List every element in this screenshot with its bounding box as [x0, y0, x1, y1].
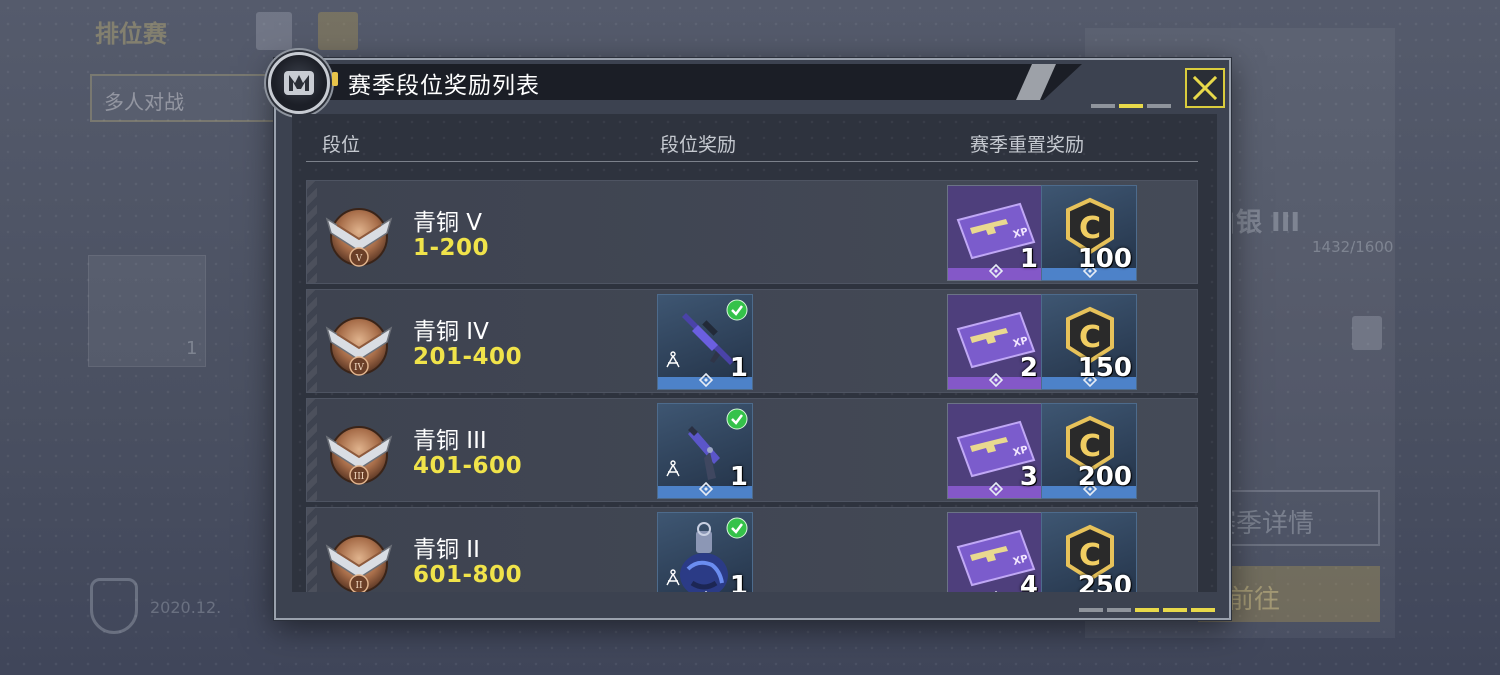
weapon-xp-card-reward[interactable]: XP 3 — [947, 403, 1043, 499]
xp-card-quantity: 1 — [1019, 244, 1038, 274]
rarity-diamond-icon — [989, 373, 1003, 387]
rank-name: 青铜 III — [413, 428, 487, 454]
svg-text:C: C — [1079, 211, 1101, 246]
claimed-checkmark-icon — [726, 408, 748, 430]
rank-reward-item[interactable]: 1 — [657, 512, 753, 592]
bg-mode-label: 多人对战 — [104, 90, 184, 114]
svg-text:III: III — [354, 472, 365, 482]
rank-points-range: 201-400 — [413, 344, 523, 370]
cod-points-reward[interactable]: C 200 — [1041, 403, 1137, 499]
rarity-diamond-icon — [699, 373, 713, 387]
xp-card-quantity: 3 — [1019, 462, 1038, 492]
svg-text:C: C — [1079, 538, 1101, 573]
page-dot — [1091, 104, 1115, 108]
bronze-rank-badge-icon: IV — [325, 317, 393, 376]
close-button[interactable] — [1185, 68, 1225, 108]
bg-info-button — [256, 12, 292, 50]
rank-reward-item[interactable]: 1 — [657, 294, 753, 390]
rank-name: 青铜 IV — [413, 319, 489, 345]
page-dot — [1107, 608, 1131, 612]
column-header: 段位 段位奖励 赛季重置奖励 — [306, 122, 1198, 162]
weapon-xp-card-reward[interactable]: XP 2 — [947, 294, 1043, 390]
bronze-rank-badge-icon: II — [325, 535, 393, 592]
page-dot-active — [1135, 608, 1159, 612]
page-dot-active — [1119, 104, 1143, 108]
column-rank-reward: 段位奖励 — [660, 134, 737, 156]
page-dot — [1147, 104, 1171, 108]
modal-title: 赛季段位奖励列表 — [348, 73, 540, 99]
rank-row: II 青铜 II 601-800 1 XP 4 C 250 — [306, 507, 1198, 592]
rank-name: 青铜 II — [413, 537, 480, 563]
rewards-list-panel[interactable]: 段位 段位奖励 赛季重置奖励 V 青铜 V 1-200 XP 1 C 100 I… — [292, 114, 1217, 592]
rank-points-range: 401-600 — [413, 453, 523, 479]
bronze-rank-badge-icon: III — [325, 426, 393, 485]
cod-points-quantity: 150 — [1077, 353, 1132, 383]
bg-card-count: 1 — [186, 338, 198, 359]
column-reset-reward: 赛季重置奖励 — [970, 134, 1085, 156]
bg-info-button-2 — [1352, 316, 1382, 350]
rarity-diamond-icon — [989, 482, 1003, 496]
svg-text:II: II — [355, 581, 363, 591]
bg-season-icon — [90, 578, 138, 634]
weapon-xp-card-reward[interactable]: XP 1 — [947, 185, 1043, 281]
rarity-diamond-icon — [994, 591, 998, 592]
xp-card-quantity: 2 — [1019, 353, 1038, 383]
cod-points-reward[interactable]: C 100 — [1041, 185, 1137, 281]
cod-points-quantity: 200 — [1077, 462, 1132, 492]
rarity-diamond-icon — [989, 264, 1003, 278]
rank-row: V 青铜 V 1-200 XP 1 C 100 — [306, 180, 1198, 284]
rank-points-range: 601-800 — [413, 562, 523, 588]
rarity-diamond-icon — [699, 482, 713, 496]
cod-points-quantity: 100 — [1077, 244, 1132, 274]
rank-reward-quantity: 1 — [729, 571, 748, 592]
rank-points-range: 1-200 — [413, 235, 490, 261]
svg-text:C: C — [1079, 429, 1101, 464]
page-dot-active — [1191, 608, 1215, 612]
scroll-indicator — [1079, 608, 1215, 612]
page-dot-active — [1163, 608, 1187, 612]
rank-name: 青铜 V — [413, 210, 483, 236]
svg-text:IV: IV — [354, 363, 365, 373]
title-yellow-mark — [332, 72, 338, 86]
rank-row: IV 青铜 IV 201-400 1 XP 2 C 150 — [306, 289, 1198, 393]
rank-row: III 青铜 III 401-600 1 XP 3 C 200 — [306, 398, 1198, 502]
rank-reward-item[interactable]: 1 — [657, 403, 753, 499]
compass-blueprint-icon — [666, 351, 680, 368]
close-x-icon — [1192, 75, 1218, 101]
column-rank: 段位 — [322, 134, 361, 156]
rank-reward-quantity: 1 — [729, 462, 748, 492]
claimed-checkmark-icon — [726, 299, 748, 321]
bg-ranked-title: 排位赛 — [95, 20, 167, 48]
cod-points-reward[interactable]: C 250 — [1041, 512, 1137, 592]
claimed-checkmark-icon — [726, 517, 748, 539]
bg-rank-progress: 1432/1600 — [1312, 238, 1394, 256]
weapon-xp-card-reward[interactable]: XP 4 — [947, 512, 1043, 592]
bg-go-label: 前往 — [1228, 585, 1281, 615]
bg-season-date: 2020.12. — [150, 598, 222, 617]
cod-points-reward[interactable]: C 150 — [1041, 294, 1137, 390]
svg-text:C: C — [1079, 320, 1101, 355]
compass-blueprint-icon — [666, 569, 680, 586]
cod-points-quantity: 250 — [1077, 571, 1132, 592]
bg-video-button — [318, 12, 358, 50]
bronze-rank-badge-icon: V — [325, 208, 393, 267]
page-dot — [1079, 608, 1103, 612]
header-page-indicator — [1091, 104, 1171, 108]
season-rank-rewards-modal: 赛季段位奖励列表 段位 段位奖励 赛季重置奖励 V 青铜 V 1-200 XP … — [268, 52, 1231, 620]
ranked-mode-icon — [268, 52, 330, 114]
svg-text:V: V — [355, 254, 363, 264]
xp-card-quantity: 4 — [1019, 571, 1038, 592]
rank-reward-quantity: 1 — [729, 353, 748, 383]
rarity-diamond-icon — [704, 591, 708, 592]
compass-blueprint-icon — [666, 460, 680, 477]
